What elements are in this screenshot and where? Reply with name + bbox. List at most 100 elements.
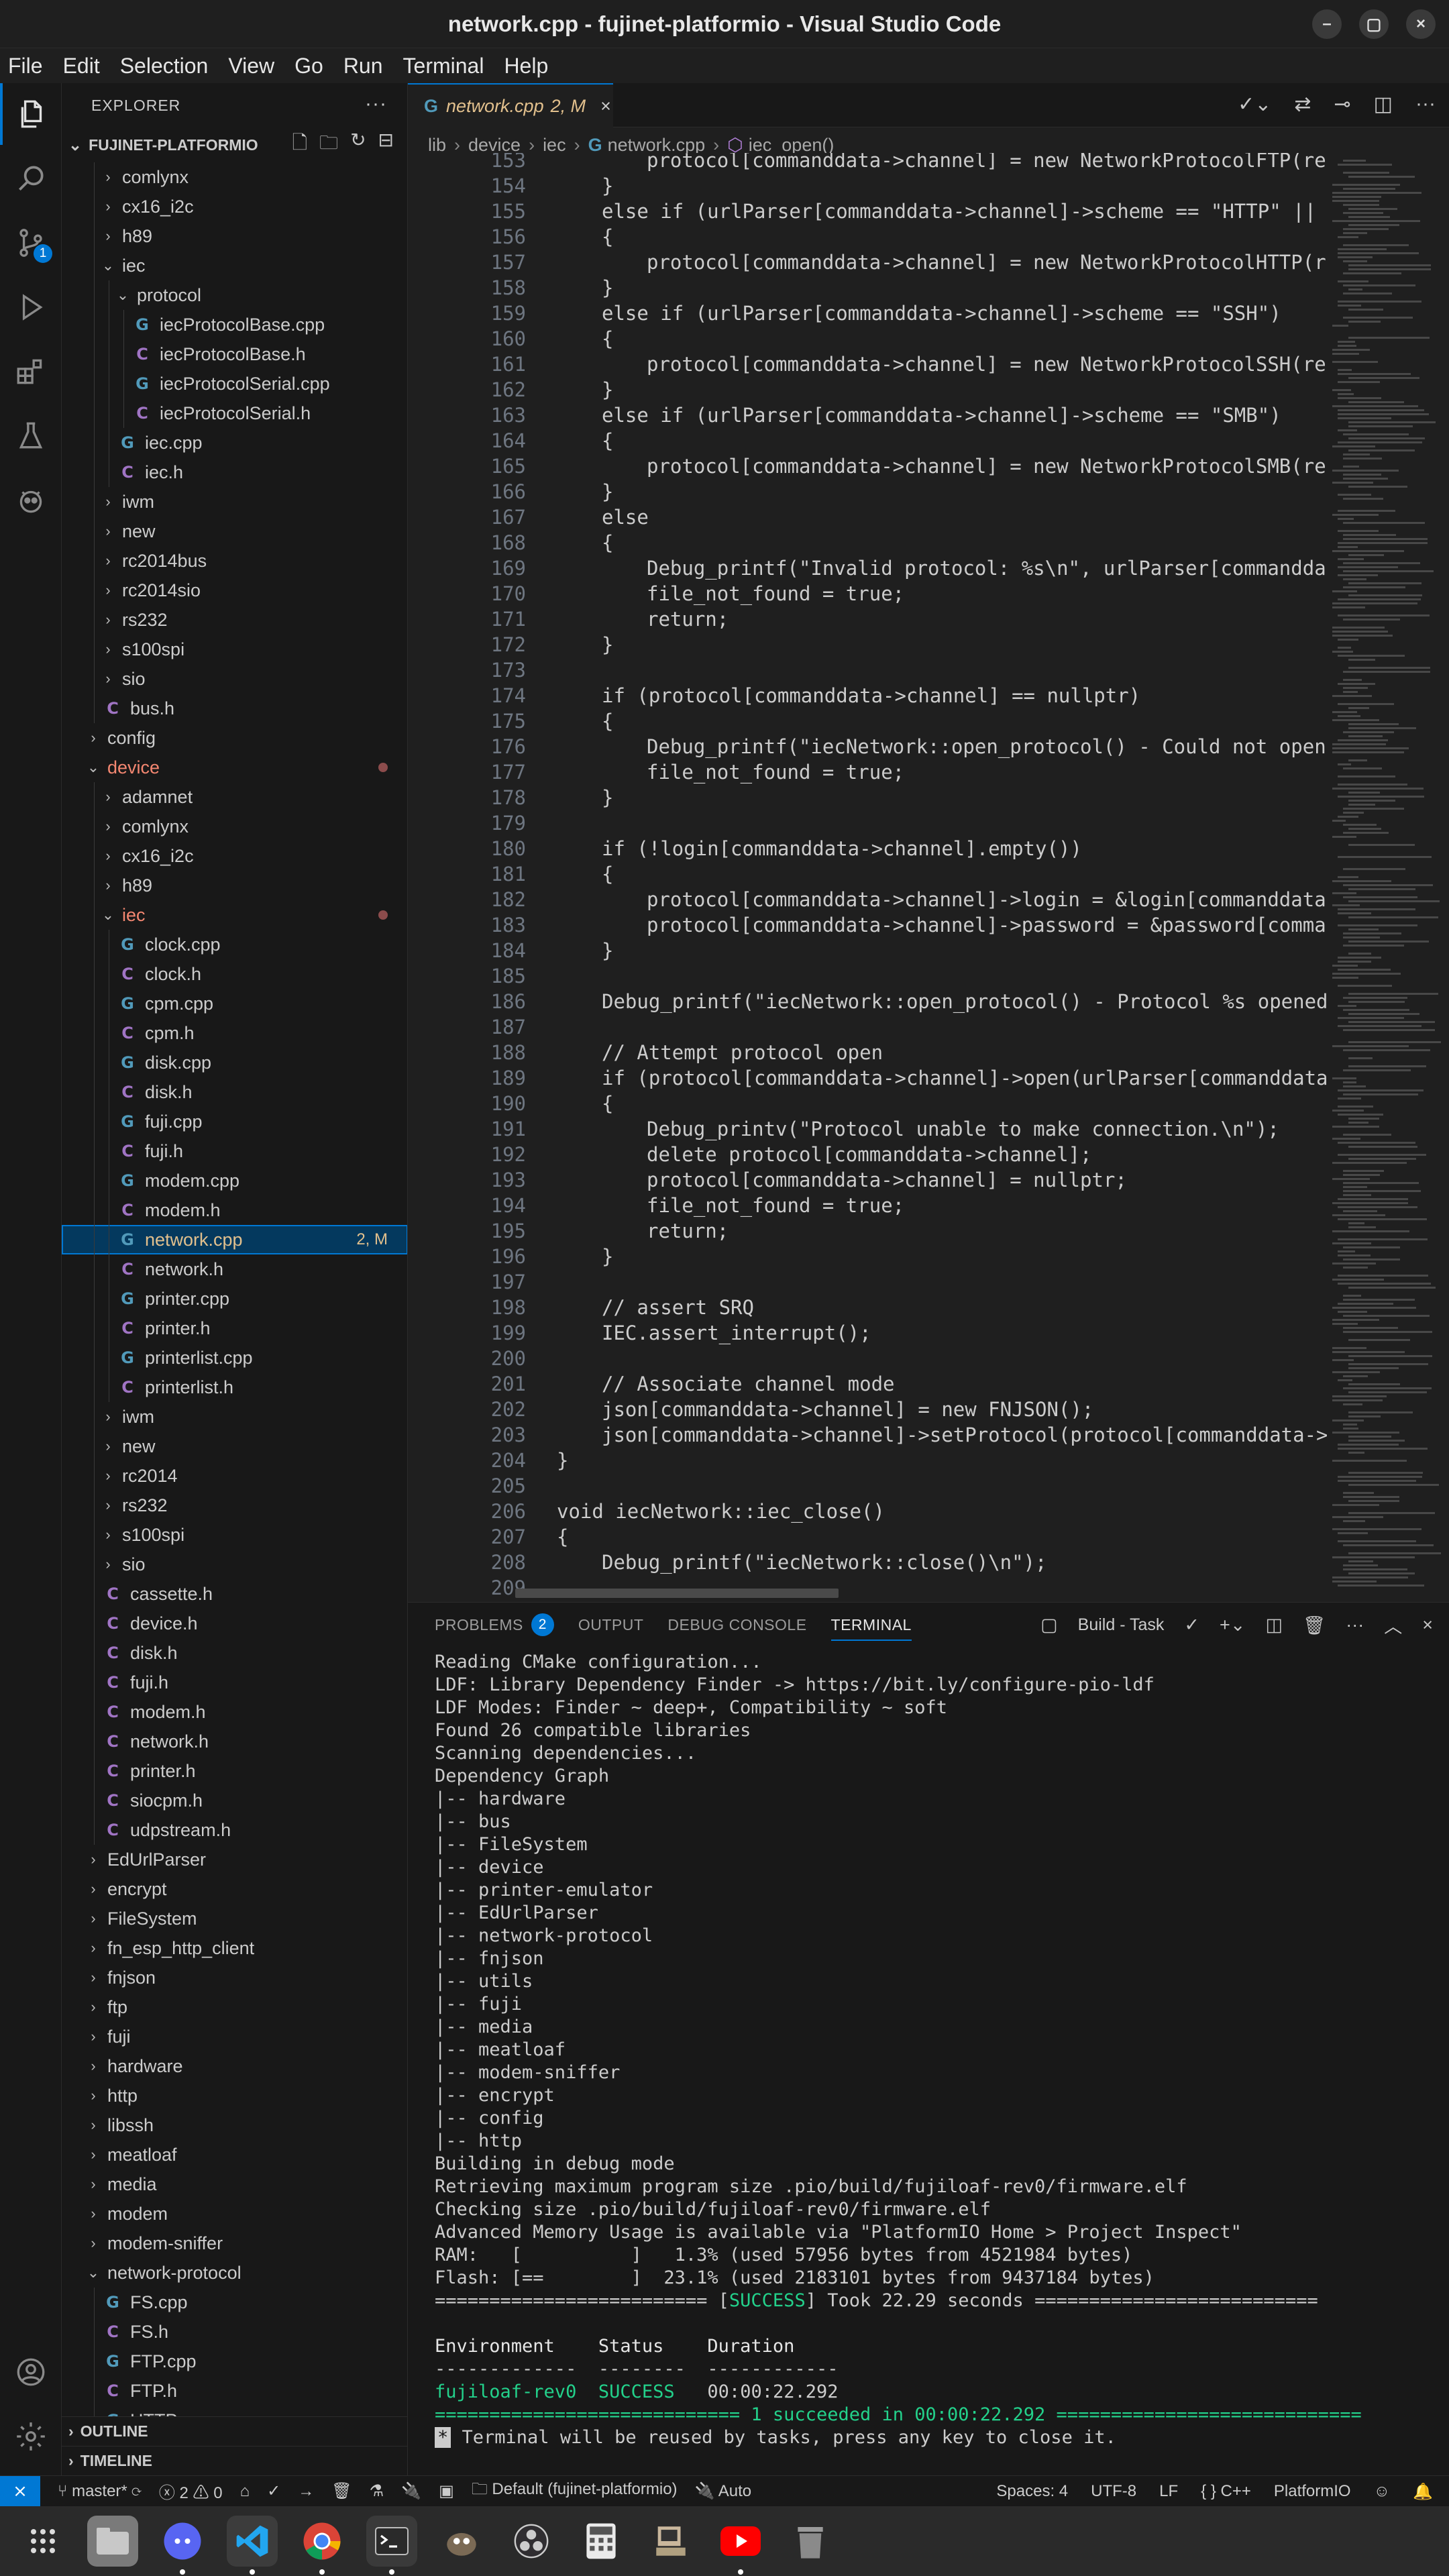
- close-window-button[interactable]: ×: [1406, 9, 1436, 39]
- project-env-indicator[interactable]: 🗀 Default (fujinet-platformio): [472, 2477, 678, 2505]
- tree-file[interactable]: Cdisk.h: [62, 1638, 407, 1668]
- explorer-icon[interactable]: [0, 83, 62, 145]
- tree-file[interactable]: Cprinterlist.h: [62, 1373, 407, 1402]
- app-grid-icon[interactable]: [17, 2516, 68, 2567]
- tree-file[interactable]: Gmodem.cpp: [62, 1166, 407, 1195]
- calculator-app-icon[interactable]: [576, 2516, 627, 2567]
- menu-edit[interactable]: Edit: [63, 54, 100, 78]
- breadcrumb-device[interactable]: device: [468, 135, 521, 156]
- tree-folder[interactable]: › rc2014sio: [62, 576, 407, 605]
- menu-go[interactable]: Go: [294, 54, 323, 78]
- tree-folder[interactable]: › s100spi: [62, 1520, 407, 1550]
- maximize-button[interactable]: ▢: [1359, 9, 1389, 39]
- tree-file[interactable]: GiecProtocolSerial.cpp: [62, 369, 407, 398]
- tree-folder[interactable]: › fnjson: [62, 1963, 407, 1992]
- tree-folder[interactable]: › comlynx: [62, 812, 407, 841]
- tree-folder[interactable]: ⌄ iec: [62, 251, 407, 280]
- workspace-folder[interactable]: ⌄ FUJINET-PLATFORMIO 🗋 🗀 ↻ ⊟: [62, 127, 407, 162]
- menu-view[interactable]: View: [228, 54, 274, 78]
- tree-file[interactable]: GiecProtocolBase.cpp: [62, 310, 407, 339]
- tree-file[interactable]: Cdevice.h: [62, 1609, 407, 1638]
- pio-terminal-icon[interactable]: ▣: [439, 2481, 454, 2501]
- tree-file[interactable]: Cmodem.h: [62, 1195, 407, 1225]
- menu-run[interactable]: Run: [343, 54, 383, 78]
- tree-folder[interactable]: › sio: [62, 664, 407, 694]
- tree-folder[interactable]: › s100spi: [62, 635, 407, 664]
- tree-folder[interactable]: ⌄ device: [62, 753, 407, 782]
- close-panel-icon[interactable]: ×: [1422, 1615, 1433, 1635]
- search-icon[interactable]: [0, 148, 62, 209]
- settings-gear-icon[interactable]: [0, 2406, 62, 2467]
- panel-more-icon[interactable]: ···: [1346, 1615, 1364, 1635]
- tree-folder[interactable]: › cx16_i2c: [62, 841, 407, 871]
- tree-folder[interactable]: › rs232: [62, 605, 407, 635]
- menu-selection[interactable]: Selection: [120, 54, 209, 78]
- tree-file[interactable]: Cnetwork.h: [62, 1727, 407, 1756]
- pio-monitor-icon[interactable]: 🔌: [401, 2481, 421, 2501]
- new-file-icon[interactable]: 🗋: [292, 129, 308, 161]
- tree-folder[interactable]: › fuji: [62, 2022, 407, 2051]
- tree-file[interactable]: Gclock.cpp: [62, 930, 407, 959]
- terminal-app-icon[interactable]: [366, 2516, 417, 2575]
- menu-file[interactable]: File: [8, 54, 43, 78]
- auto-port-indicator[interactable]: 🔌 Auto: [695, 2481, 752, 2501]
- new-terminal-icon[interactable]: +⌄: [1220, 1615, 1245, 1635]
- trash-icon[interactable]: 🗑: [1303, 1615, 1326, 1636]
- tree-file[interactable]: C FTP.h: [62, 2376, 407, 2406]
- breadcrumb-lib[interactable]: lib: [428, 135, 446, 156]
- check-icon[interactable]: ✓⌄: [1238, 93, 1271, 116]
- pio-home-icon[interactable]: ⌂: [240, 2482, 250, 2501]
- tree-folder[interactable]: › cx16_i2c: [62, 192, 407, 221]
- tree-file[interactable]: Gprinter.cpp: [62, 1284, 407, 1313]
- tree-file[interactable]: Cprinter.h: [62, 1756, 407, 1786]
- tab-debug-console[interactable]: DEBUG CONSOLE: [667, 1616, 806, 1634]
- tree-folder[interactable]: › libssh: [62, 2110, 407, 2140]
- pio-build-icon[interactable]: ✓: [267, 2481, 280, 2501]
- tree-file[interactable]: CiecProtocolBase.h: [62, 339, 407, 369]
- outline-section[interactable]: › OUTLINE: [62, 2416, 407, 2446]
- tree-file[interactable]: G FTP.cpp: [62, 2347, 407, 2376]
- language-indicator[interactable]: { } C++: [1201, 2482, 1251, 2501]
- menu-terminal[interactable]: Terminal: [403, 54, 484, 78]
- vscode-app-icon[interactable]: [227, 2516, 278, 2575]
- chrome-app-icon[interactable]: [297, 2516, 347, 2575]
- remote-icon[interactable]: ⨯: [0, 2475, 40, 2507]
- testing-icon[interactable]: [0, 405, 62, 467]
- branch-indicator[interactable]: ⑂ master* ⟳: [58, 2482, 142, 2501]
- code-editor[interactable]: 153 protocol[commanddata->channel] = new …: [408, 153, 1327, 1602]
- tree-folder[interactable]: › FileSystem: [62, 1904, 407, 1933]
- tree-folder[interactable]: ⌄ network-protocol: [62, 2258, 407, 2288]
- tree-file[interactable]: Cprinter.h: [62, 1313, 407, 1343]
- discord-app-icon[interactable]: [157, 2516, 208, 2575]
- tab-problems[interactable]: PROBLEMS 2: [435, 1613, 554, 1636]
- tree-file[interactable]: Cclock.h: [62, 959, 407, 989]
- notifications-bell-icon[interactable]: 🔔: [1413, 2482, 1433, 2502]
- tab-close-icon[interactable]: ×: [600, 96, 611, 117]
- tree-folder[interactable]: › rc2014bus: [62, 546, 407, 576]
- tree-file[interactable]: Cdisk.h: [62, 1077, 407, 1107]
- tree-folder[interactable]: › config: [62, 723, 407, 753]
- tree-folder[interactable]: › encrypt: [62, 1874, 407, 1904]
- gimp-app-icon[interactable]: [436, 2516, 487, 2567]
- tree-folder[interactable]: › sio: [62, 1550, 407, 1579]
- split-editor-icon[interactable]: ◫: [1374, 93, 1393, 116]
- tab-terminal[interactable]: TERMINAL: [830, 1616, 912, 1641]
- pio-test-icon[interactable]: ⚗: [370, 2481, 384, 2501]
- horizontal-scrollbar[interactable]: [515, 1589, 839, 1598]
- trash-app-icon[interactable]: [785, 2516, 836, 2567]
- tree-folder[interactable]: › h89: [62, 871, 407, 900]
- tree-file[interactable]: Cnetwork.h: [62, 1254, 407, 1284]
- tree-folder[interactable]: › meatloaf: [62, 2140, 407, 2169]
- minimize-button[interactable]: –: [1312, 9, 1342, 39]
- new-folder-icon[interactable]: 🗀: [319, 129, 338, 161]
- collapse-all-icon[interactable]: ⊟: [378, 129, 394, 161]
- tab-output[interactable]: OUTPUT: [578, 1616, 644, 1634]
- pio-upload-icon[interactable]: →: [298, 2482, 314, 2501]
- tree-file[interactable]: C FS.h: [62, 2317, 407, 2347]
- extensions-icon[interactable]: [0, 341, 62, 402]
- tree-folder[interactable]: › rs232: [62, 1491, 407, 1520]
- tree-folder[interactable]: › iwm: [62, 1402, 407, 1432]
- tree-file[interactable]: Gdisk.cpp: [62, 1048, 407, 1077]
- files-app-icon[interactable]: [87, 2516, 138, 2567]
- platformio-icon[interactable]: [0, 470, 62, 531]
